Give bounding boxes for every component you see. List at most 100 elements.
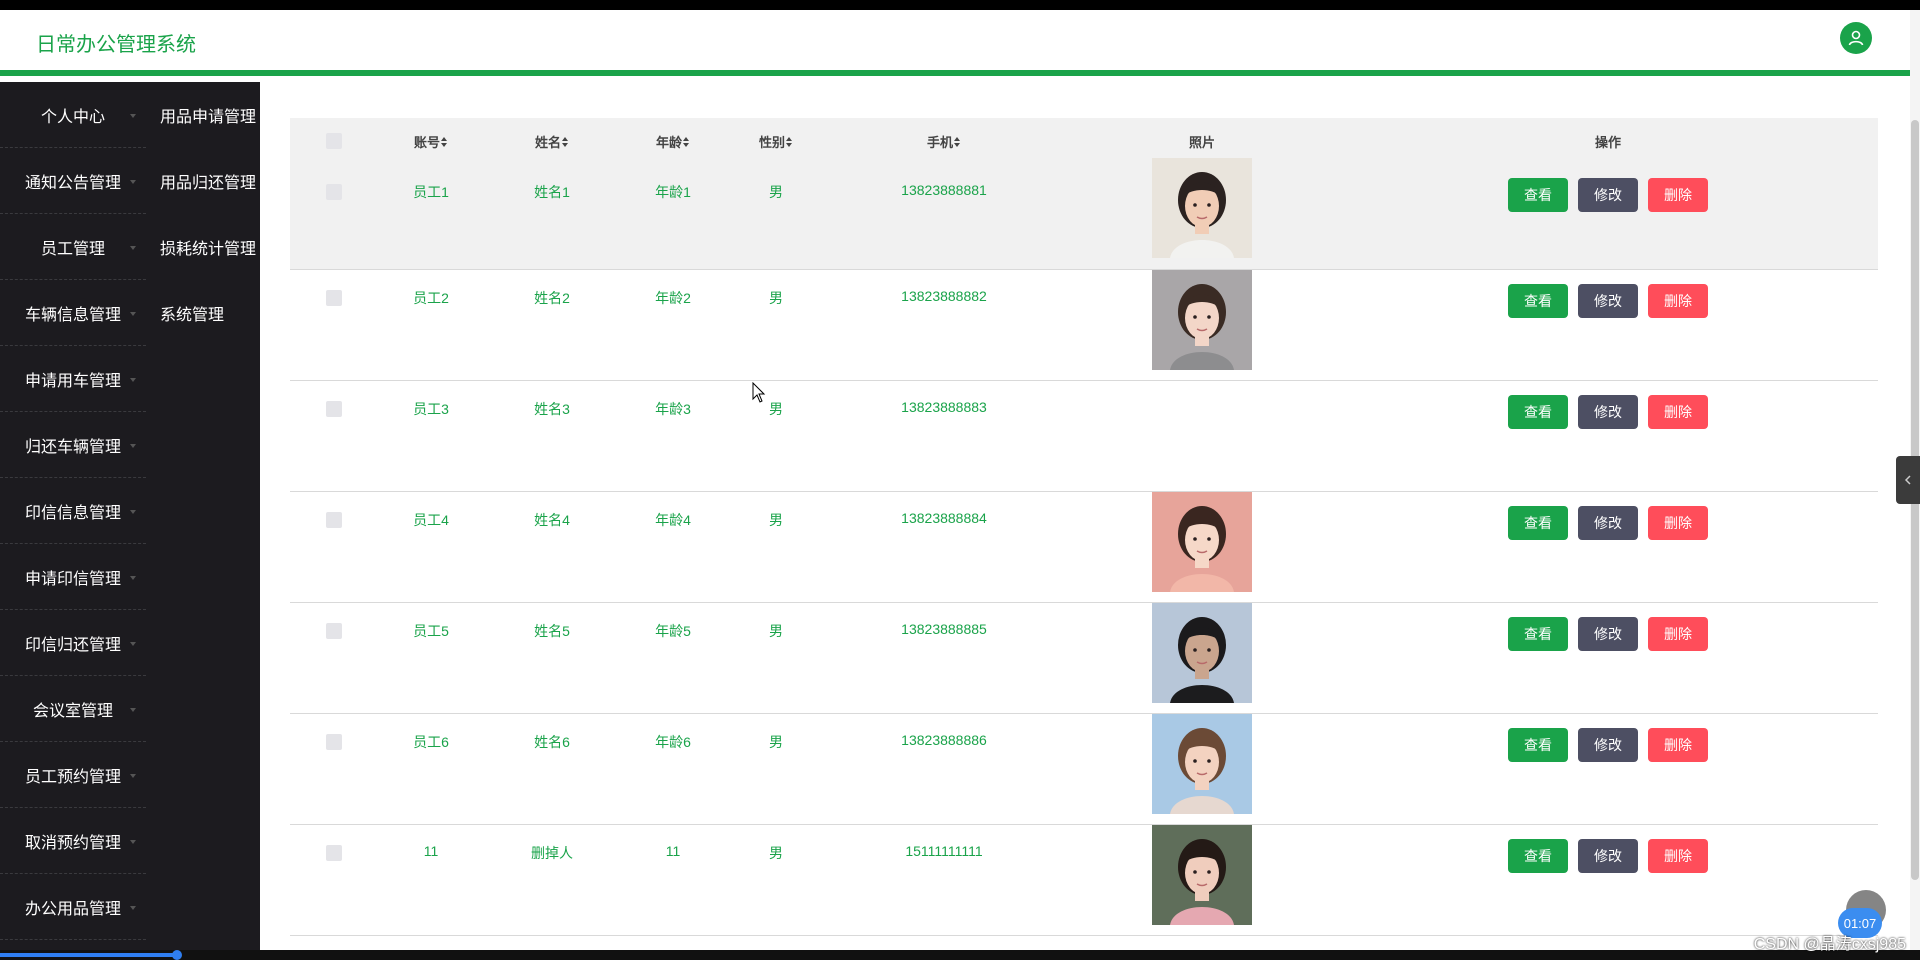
sidebar-item[interactable]: 会议室管理: [0, 676, 146, 742]
row-checkbox[interactable]: [326, 401, 342, 417]
table-row: 员工3 姓名3 年龄3 男 13823888883 查看 修改 删除: [290, 381, 1878, 492]
cell-name: 姓名6: [534, 734, 570, 750]
cell-phone: 13823888881: [901, 182, 987, 198]
collapse-panel-button[interactable]: [1896, 456, 1920, 504]
sort-icon: [441, 136, 448, 147]
cell-account: 员工5: [413, 623, 449, 639]
caret-down-icon: [130, 642, 136, 646]
row-checkbox[interactable]: [326, 512, 342, 528]
cell-gender: 男: [769, 401, 783, 417]
row-checkbox[interactable]: [326, 734, 342, 750]
column-photo: 照片: [1188, 135, 1216, 150]
column-name[interactable]: 姓名: [535, 132, 569, 151]
cell-phone: 13823888886: [901, 732, 987, 748]
table-row: 员工5 姓名5 年龄5 男 13823888885 查看 修改 删除: [290, 603, 1878, 714]
cell-name: 姓名5: [534, 623, 570, 639]
edit-button[interactable]: 修改: [1578, 617, 1638, 651]
video-progress-handle[interactable]: [172, 950, 182, 960]
delete-button[interactable]: 删除: [1648, 284, 1708, 318]
sort-icon: [786, 136, 793, 147]
view-button[interactable]: 查看: [1508, 506, 1568, 540]
table-header: 账号 姓名 年龄 性别 手机 照片 操作: [290, 118, 1878, 164]
main-content: 账号 姓名 年龄 性别 手机 照片 操作 员工1 姓名1 年龄1 男 138238888…: [260, 82, 1910, 950]
cell-age: 年龄4: [655, 512, 691, 528]
cell-gender: 男: [769, 512, 783, 528]
sidebar-item[interactable]: 系统管理: [146, 280, 260, 346]
delete-button[interactable]: 删除: [1648, 178, 1708, 212]
cell-account: 员工1: [413, 184, 449, 200]
delete-button[interactable]: 删除: [1648, 617, 1708, 651]
delete-button[interactable]: 删除: [1648, 728, 1708, 762]
sidebar-item[interactable]: 个人中心: [0, 82, 146, 148]
sidebar-item[interactable]: 通知公告管理: [0, 148, 146, 214]
mouse-cursor-icon: [752, 382, 766, 403]
cell-gender: 男: [769, 845, 783, 861]
view-button[interactable]: 查看: [1508, 178, 1568, 212]
video-progress-track[interactable]: [0, 950, 1920, 960]
sidebar-item[interactable]: 办公用品管理: [0, 874, 146, 940]
column-actions: 操作: [1594, 135, 1622, 150]
row-actions: 查看 修改 删除: [1508, 728, 1708, 762]
sidebar-item[interactable]: 损耗统计管理: [146, 214, 260, 280]
column-gender[interactable]: 性别: [759, 132, 793, 151]
sort-icon: [683, 136, 690, 147]
user-icon[interactable]: [1840, 22, 1872, 54]
edit-button[interactable]: 修改: [1578, 395, 1638, 429]
employee-photo: [1152, 492, 1252, 592]
row-actions: 查看 修改 删除: [1508, 617, 1708, 651]
watermark: CSDN @晶涛cxsj985: [1753, 936, 1906, 953]
sidebar-item[interactable]: 员工预约管理: [0, 742, 146, 808]
employee-photo: [1152, 158, 1252, 258]
edit-button[interactable]: 修改: [1578, 506, 1638, 540]
row-checkbox[interactable]: [326, 623, 342, 639]
select-all-checkbox[interactable]: [326, 133, 342, 149]
row-checkbox[interactable]: [326, 184, 342, 200]
employee-table: 账号 姓名 年龄 性别 手机 照片 操作 员工1 姓名1 年龄1 男 138238888…: [290, 118, 1878, 936]
cell-age: 年龄6: [655, 734, 691, 750]
sidebar-item[interactable]: 印信信息管理: [0, 478, 146, 544]
employee-photo: [1152, 603, 1252, 703]
cell-gender: 男: [769, 623, 783, 639]
cell-gender: 男: [769, 184, 783, 200]
sidebar-item[interactable]: 印信归还管理: [0, 610, 146, 676]
sidebar-item[interactable]: 取消预约管理: [0, 808, 146, 874]
view-button[interactable]: 查看: [1508, 728, 1568, 762]
caret-down-icon: [130, 774, 136, 778]
delete-button[interactable]: 删除: [1648, 506, 1708, 540]
edit-button[interactable]: 修改: [1578, 839, 1638, 873]
sidebar-column-2: 用品申请管理 用品归还管理 损耗统计管理 系统管理: [146, 82, 260, 346]
caret-down-icon: [130, 246, 136, 250]
sidebar-item[interactable]: 申请用车管理: [0, 346, 146, 412]
delete-button[interactable]: 删除: [1648, 839, 1708, 873]
sidebar-item[interactable]: 员工管理: [0, 214, 146, 280]
sidebar-item[interactable]: 用品申请管理: [146, 82, 260, 148]
sidebar-item[interactable]: 用品归还管理: [146, 148, 260, 214]
edit-button[interactable]: 修改: [1578, 284, 1638, 318]
sidebar-item[interactable]: 车辆信息管理: [0, 280, 146, 346]
column-age[interactable]: 年龄: [656, 132, 690, 151]
sidebar-item[interactable]: 归还车辆管理: [0, 412, 146, 478]
cell-name: 姓名3: [534, 401, 570, 417]
view-button[interactable]: 查看: [1508, 839, 1568, 873]
row-checkbox[interactable]: [326, 845, 342, 861]
row-checkbox[interactable]: [326, 290, 342, 306]
sidebar-item[interactable]: 申请印信管理: [0, 544, 146, 610]
cell-age: 年龄2: [655, 290, 691, 306]
cell-account: 11: [423, 843, 439, 859]
edit-button[interactable]: 修改: [1578, 178, 1638, 212]
caret-down-icon: [130, 576, 136, 580]
delete-button[interactable]: 删除: [1648, 395, 1708, 429]
caret-down-icon: [130, 114, 136, 118]
caret-down-icon: [130, 906, 136, 910]
cell-name: 姓名2: [534, 290, 570, 306]
app-window: 日常办公管理系统 个人中心 通知公告管理 员工管理 车辆信息管理 申请用车管理 归还车辆管…: [0, 10, 1910, 950]
view-button[interactable]: 查看: [1508, 395, 1568, 429]
edit-button[interactable]: 修改: [1578, 728, 1638, 762]
column-account[interactable]: 账号: [414, 132, 448, 151]
view-button[interactable]: 查看: [1508, 617, 1568, 651]
column-phone[interactable]: 手机: [927, 132, 961, 151]
view-button[interactable]: 查看: [1508, 284, 1568, 318]
video-progress-fill: [0, 953, 178, 957]
employee-photo: [1152, 714, 1252, 814]
table-row: 员工2 姓名2 年龄2 男 13823888882 查看 修改 删除: [290, 270, 1878, 381]
